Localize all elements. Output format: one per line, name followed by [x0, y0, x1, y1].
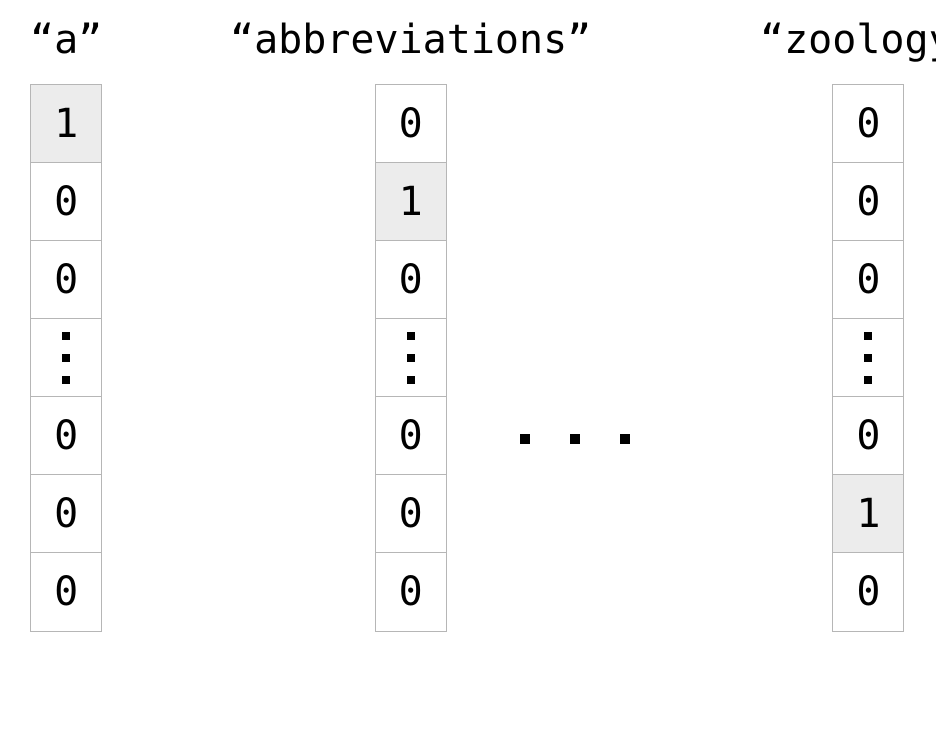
vector-cell: 0 — [376, 85, 446, 163]
vertical-ellipsis-icon — [376, 319, 446, 397]
vector-label: “abbreviations” — [230, 20, 591, 60]
vector-cell: 0 — [31, 241, 101, 319]
vector-cell: 0 — [833, 553, 903, 631]
vector-cell: 1 — [833, 475, 903, 553]
vector-group-zoology: “zoology” 0 0 0 0 1 0 — [760, 20, 936, 632]
horizontal-ellipsis-icon — [520, 434, 630, 444]
vector-cell: 0 — [833, 163, 903, 241]
one-hot-diagram: “a” 1 0 0 0 0 0 “abbreviations” 0 1 0 0 … — [0, 0, 936, 746]
vertical-ellipsis-icon — [31, 319, 101, 397]
vector-cell: 0 — [833, 85, 903, 163]
vector-column: 1 0 0 0 0 0 — [30, 84, 102, 632]
vertical-ellipsis-icon — [833, 319, 903, 397]
vector-column: 0 1 0 0 0 0 — [375, 84, 447, 632]
vector-column: 0 0 0 0 1 0 — [832, 84, 904, 632]
vector-cell: 0 — [31, 397, 101, 475]
vector-cell: 1 — [376, 163, 446, 241]
vector-group-abbreviations: “abbreviations” 0 1 0 0 0 0 — [230, 20, 591, 632]
vector-cell: 0 — [833, 241, 903, 319]
vector-cell: 0 — [833, 397, 903, 475]
vector-cell: 0 — [31, 163, 101, 241]
vector-cell: 0 — [376, 553, 446, 631]
vector-cell: 0 — [31, 475, 101, 553]
vector-cell: 0 — [376, 475, 446, 553]
vector-label: “zoology” — [760, 20, 936, 60]
vector-cell: 0 — [376, 397, 446, 475]
vector-group-a: “a” 1 0 0 0 0 0 — [30, 20, 102, 632]
vector-cell: 0 — [376, 241, 446, 319]
vector-cell: 1 — [31, 85, 101, 163]
vector-label: “a” — [30, 20, 102, 60]
vector-cell: 0 — [31, 553, 101, 631]
